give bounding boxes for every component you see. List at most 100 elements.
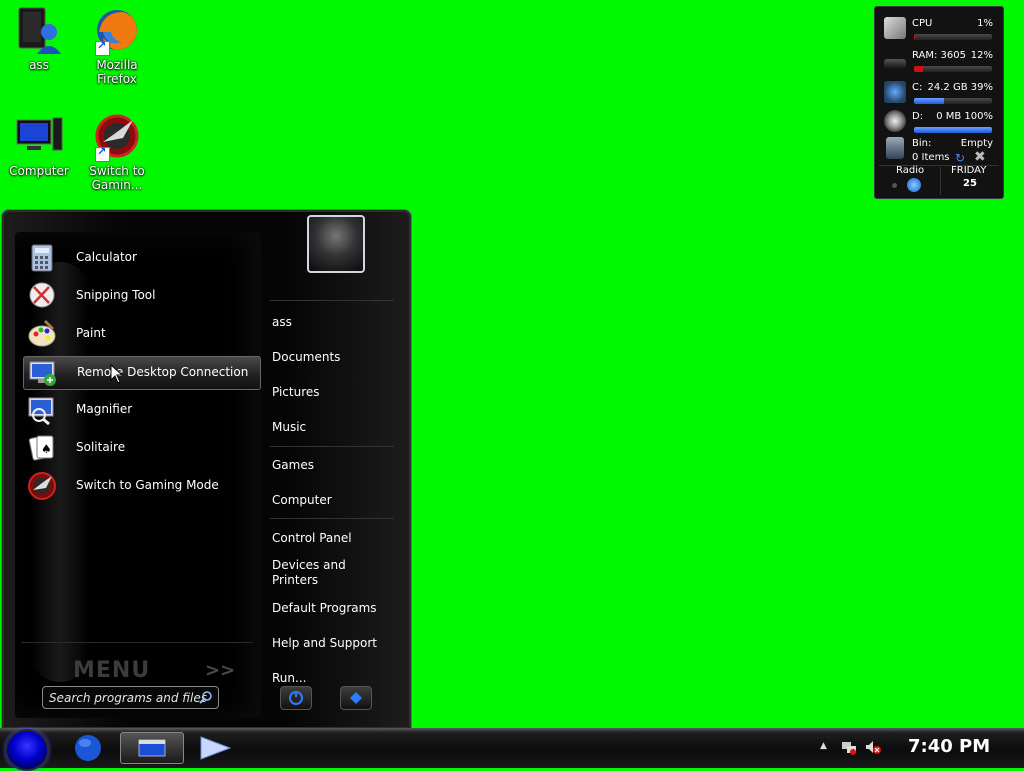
program-label: Switch to Gaming Mode [76, 478, 219, 492]
radio-label: Radio [896, 165, 925, 176]
taskbar-clock[interactable]: 7:40 PM [908, 736, 990, 757]
hard-drive-icon [884, 81, 906, 103]
program-paint[interactable]: Paint [23, 318, 259, 350]
cpu-value: 1% [977, 18, 993, 29]
radio-indicator-icon [892, 183, 897, 188]
start-menu-places-pane: ass Documents Pictures Music Games Compu… [264, 232, 396, 718]
play-icon [200, 736, 232, 760]
d-drive-meter: D: 0 MB 100% [875, 106, 1003, 136]
power-icon [289, 691, 303, 705]
bin-items: 0 Items [912, 152, 950, 163]
program-label: Calculator [76, 250, 137, 264]
desktop-icon-gaming-mode[interactable]: Switch to Gamin... [82, 112, 152, 192]
paint-palette-icon [27, 319, 57, 349]
desktop-icon-label: Computer [9, 164, 69, 178]
c-drive-bar-fill [914, 98, 945, 104]
cpu-meter: CPU 1% [875, 13, 1003, 43]
taskbar-explorer-button[interactable] [120, 732, 184, 764]
lock-button[interactable] [340, 686, 372, 710]
program-gaming-mode[interactable]: Switch to Gaming Mode [23, 470, 259, 502]
link-devices-line1: Devices and [272, 558, 346, 572]
bin-status: Empty [960, 138, 993, 149]
optical-drive-icon [884, 110, 906, 132]
link-games[interactable]: Games [272, 458, 314, 473]
refresh-icon[interactable]: ↻ [955, 151, 965, 165]
globe-icon [75, 735, 101, 761]
c-drive-label: C: [912, 82, 923, 93]
mouse-cursor-icon [110, 363, 124, 387]
start-menu: Calculator Snipping Tool Paint Remote De… [1, 209, 412, 730]
link-run[interactable]: Run... [272, 671, 306, 686]
desktop-icon-label: Switch to Gamin... [89, 164, 145, 192]
cpu-bar-fill [914, 34, 915, 40]
search-icon[interactable] [199, 690, 213, 704]
volume-muted-icon[interactable] [865, 739, 881, 758]
firefox-icon [93, 6, 141, 56]
recycle-bin-meter: Bin: Empty 0 Items ↻ ✖ [875, 133, 1003, 165]
program-label: Snipping Tool [76, 288, 156, 302]
link-user[interactable]: ass [272, 315, 292, 330]
taskbar-browser-button[interactable] [72, 733, 104, 766]
link-help-support[interactable]: Help and Support [272, 636, 377, 651]
show-hidden-icons-button[interactable]: ▲ [820, 741, 827, 751]
cpu-chip-icon [884, 17, 906, 39]
c-drive-value: 24.2 GB 39% [927, 82, 993, 93]
start-menu-programs-pane: Calculator Snipping Tool Paint Remote De… [15, 232, 261, 718]
ram-meter: RAM: 3605 12% [875, 45, 1003, 75]
program-magnifier[interactable]: Magnifier [23, 394, 259, 426]
playing-cards-icon: ♠ [27, 433, 57, 463]
ram-module-icon [884, 59, 906, 69]
magnifier-icon [27, 395, 57, 426]
program-solitaire[interactable]: ♠ Solitaire [23, 432, 259, 464]
cpu-bar [914, 34, 992, 40]
gaming-mode-icon [27, 471, 57, 501]
link-devices-printers[interactable]: Devices and Printers [272, 558, 346, 588]
recycle-bin-icon [886, 137, 904, 159]
program-label: Magnifier [76, 402, 133, 416]
bin-label: Bin: [912, 138, 932, 149]
desktop-icon-label: ass [29, 58, 49, 72]
desktop-icon-firefox[interactable]: Mozilla Firefox [82, 6, 152, 86]
d-drive-value: 0 MB 100% [936, 111, 993, 122]
d-drive-label: D: [912, 111, 924, 122]
link-documents[interactable]: Documents [272, 350, 340, 365]
program-calculator[interactable]: Calculator [23, 242, 259, 274]
user-icon [15, 6, 63, 54]
program-label: Paint [76, 326, 106, 340]
gaming-mode-icon [93, 112, 141, 162]
program-label: Remote Desktop Connection [77, 365, 249, 379]
scissors-icon [27, 281, 57, 311]
user-account-picture[interactable] [307, 215, 365, 273]
cpu-label: CPU [912, 18, 933, 29]
link-default-programs[interactable]: Default Programs [272, 601, 377, 616]
menu-logo: MENU [73, 658, 151, 683]
svg-text:♠: ♠ [41, 442, 52, 456]
system-monitor-gadget[interactable]: CPU 1% RAM: 3605 12% C: 24.2 GB 39% D: 0… [874, 6, 1004, 199]
date-label: 25 [963, 178, 977, 189]
link-computer[interactable]: Computer [272, 493, 332, 508]
link-music[interactable]: Music [272, 420, 306, 435]
day-label: FRIDAY [951, 165, 987, 176]
link-pictures[interactable]: Pictures [272, 385, 320, 400]
empty-bin-icon[interactable]: ✖ [974, 149, 986, 165]
program-label: Solitaire [76, 440, 126, 454]
shutdown-button[interactable] [280, 686, 312, 710]
calculator-icon [27, 243, 57, 273]
network-icon[interactable] [841, 739, 857, 758]
ram-bar-fill [914, 66, 924, 72]
ram-label: RAM: 3605 [912, 50, 967, 61]
ram-value: 12% [970, 50, 993, 61]
program-remote-desktop[interactable]: Remote Desktop Connection [23, 356, 261, 390]
radio-play-icon[interactable] [907, 178, 921, 192]
start-button[interactable] [5, 729, 49, 771]
program-snipping-tool[interactable]: Snipping Tool [23, 280, 259, 312]
all-programs-arrows[interactable]: >> [205, 660, 235, 681]
link-control-panel[interactable]: Control Panel [272, 531, 352, 546]
taskbar: ▲ 7:40 PM [0, 728, 1024, 771]
desktop-icon-computer[interactable]: Computer [4, 112, 74, 178]
search-input[interactable]: Search programs and files [42, 686, 219, 709]
desktop-icon-user[interactable]: ass [4, 6, 74, 72]
c-drive-bar [914, 98, 992, 104]
taskbar-media-player-button[interactable] [198, 735, 232, 764]
link-devices-line2: Printers [272, 573, 319, 587]
